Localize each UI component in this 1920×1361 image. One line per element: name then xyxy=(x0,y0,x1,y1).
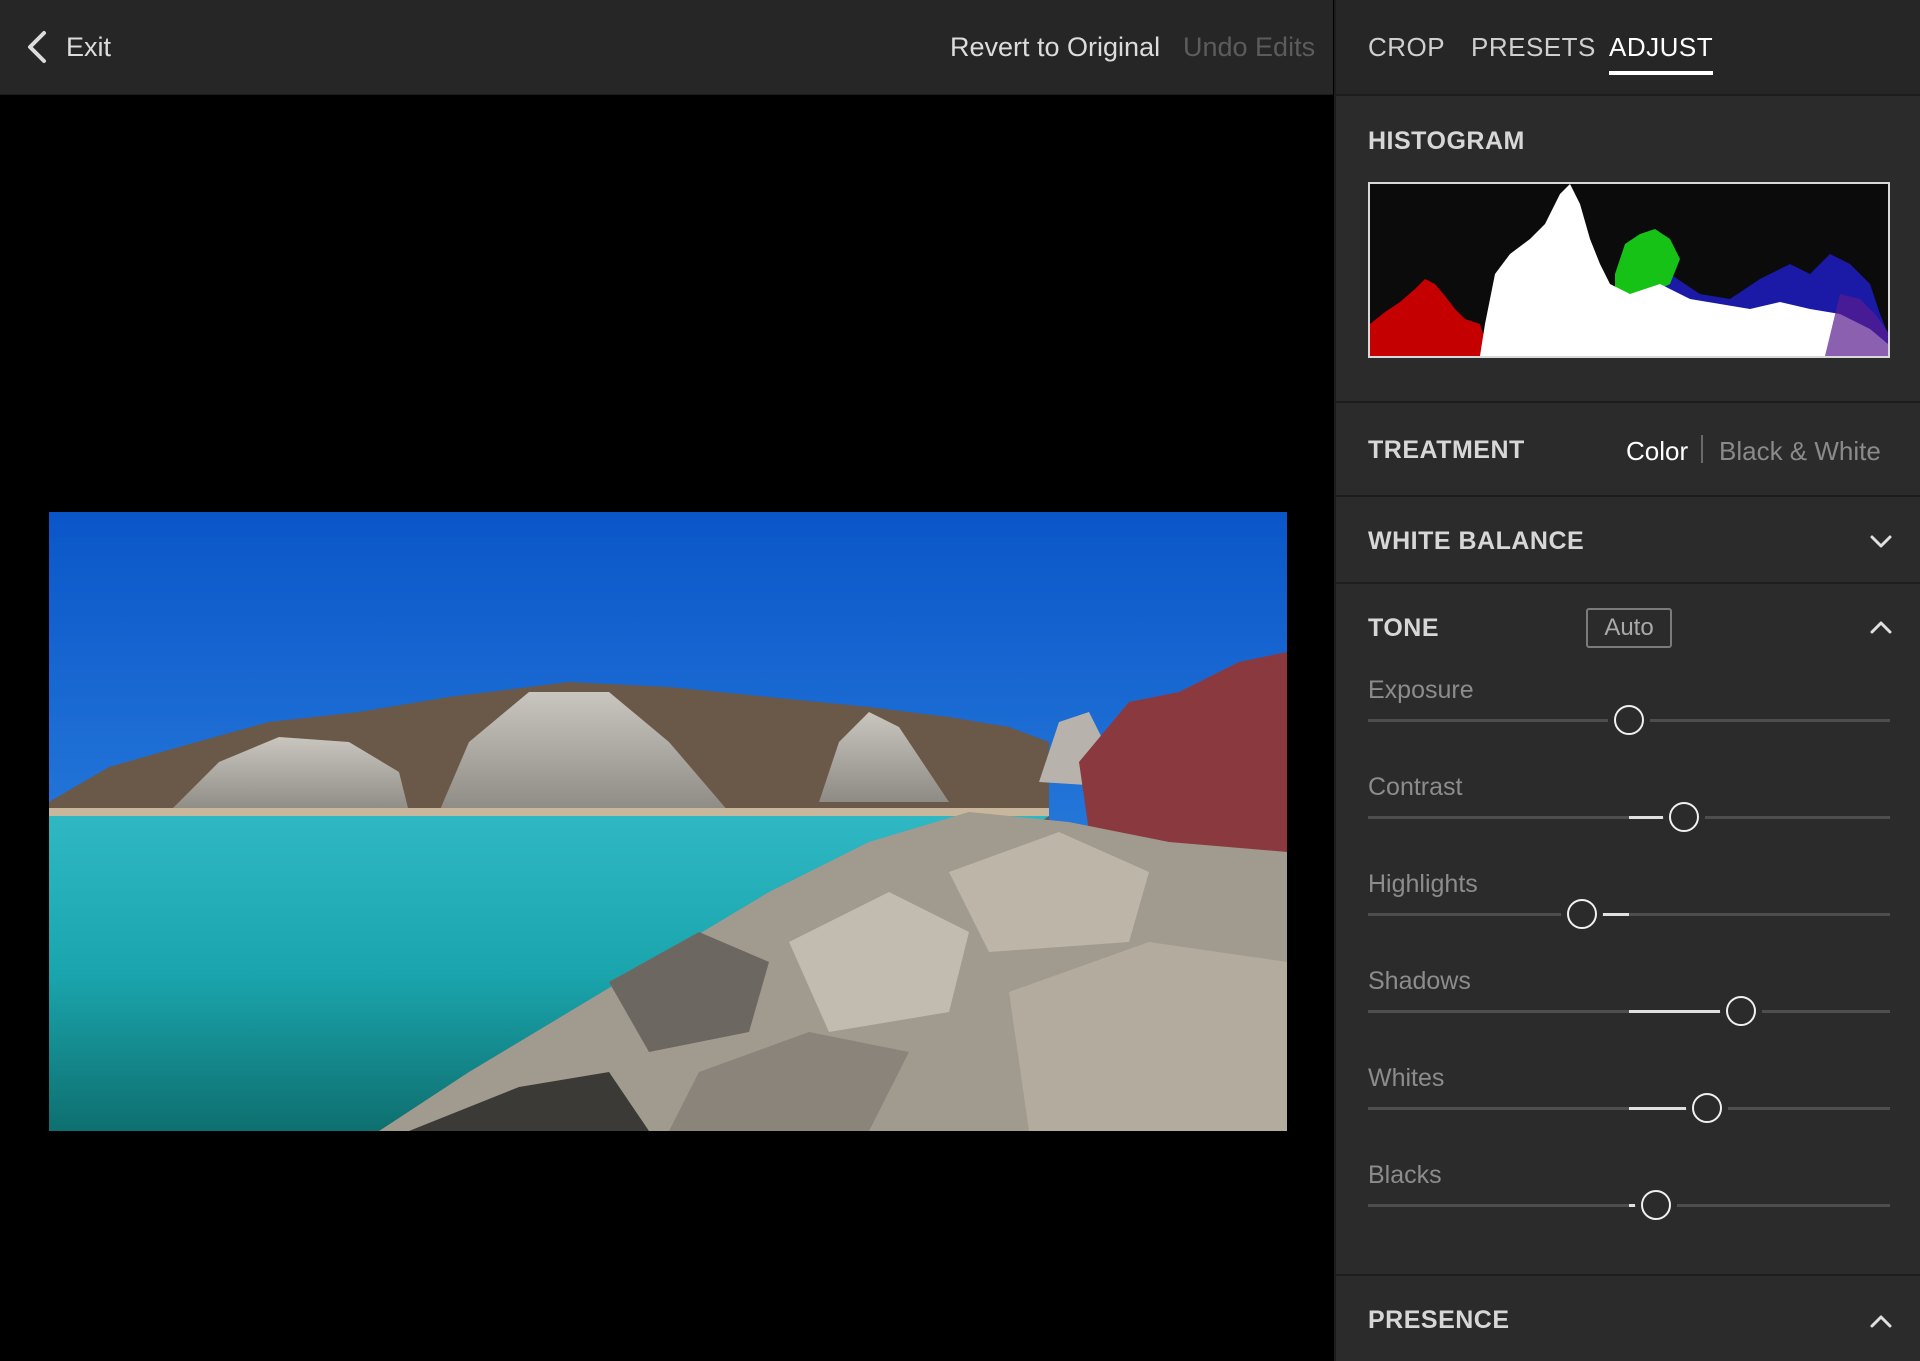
whites-slider: Whites xyxy=(1368,1064,1890,1144)
shadows-fill xyxy=(1629,1010,1742,1013)
whites-knob[interactable] xyxy=(1692,1093,1723,1123)
tab-presets[interactable]: PRESETS xyxy=(1471,32,1596,63)
blacks-label: Blacks xyxy=(1368,1161,1442,1189)
top-toolbar: Exit Revert to Original Undo Edits xyxy=(0,0,1333,95)
contrast-slider: Contrast xyxy=(1368,773,1890,853)
histogram-title: HISTOGRAM xyxy=(1368,127,1525,155)
treatment-section: TREATMENT Color Black & White xyxy=(1336,403,1920,497)
shadows-label: Shadows xyxy=(1368,967,1471,995)
shadows-slider: Shadows xyxy=(1368,967,1890,1047)
contrast-label: Contrast xyxy=(1368,773,1463,801)
blacks-track[interactable] xyxy=(1368,1190,1890,1220)
presence-title: PRESENCE xyxy=(1368,1306,1510,1334)
white-balance-section[interactable]: WHITE BALANCE xyxy=(1336,497,1920,584)
histogram-graph xyxy=(1368,182,1890,358)
presence-section[interactable]: PRESENCE xyxy=(1336,1276,1920,1361)
blacks-slider: Blacks xyxy=(1368,1161,1890,1241)
treatment-title: TREATMENT xyxy=(1368,436,1525,464)
treatment-divider xyxy=(1701,435,1703,463)
chevron-up-icon[interactable] xyxy=(1870,1314,1892,1328)
exposure-knob[interactable] xyxy=(1614,705,1644,735)
treatment-color-option[interactable]: Color xyxy=(1626,436,1688,467)
blacks-knob[interactable] xyxy=(1641,1190,1672,1220)
treatment-bw-option[interactable]: Black & White xyxy=(1719,436,1881,467)
exit-button[interactable]: Exit xyxy=(26,30,111,64)
contrast-track[interactable] xyxy=(1368,802,1890,832)
highlights-slider: Highlights xyxy=(1368,870,1890,950)
photo-canvas xyxy=(0,95,1333,1361)
white-balance-title: WHITE BALANCE xyxy=(1368,527,1585,555)
highlights-knob[interactable] xyxy=(1567,899,1598,929)
exposure-slider: Exposure xyxy=(1368,676,1890,756)
tab-adjust[interactable]: ADJUST xyxy=(1609,32,1714,75)
exposure-track[interactable] xyxy=(1368,705,1890,735)
tone-title: TONE xyxy=(1368,614,1439,642)
exit-label: Exit xyxy=(66,31,112,62)
tone-auto-button[interactable]: Auto xyxy=(1586,608,1672,648)
tone-section: TONE Auto Exposure Contrast Highlights S… xyxy=(1336,584,1920,1276)
histogram-section: HISTOGRAM xyxy=(1336,96,1920,403)
highlights-label: Highlights xyxy=(1368,870,1478,898)
whites-track[interactable] xyxy=(1368,1093,1890,1123)
shadows-track[interactable] xyxy=(1368,996,1890,1026)
revert-to-original-button[interactable]: Revert to Original xyxy=(950,32,1160,63)
whites-label: Whites xyxy=(1368,1064,1445,1092)
edited-photo xyxy=(49,512,1287,1131)
exposure-label: Exposure xyxy=(1368,676,1474,704)
adjust-panel: CROP PRESETS ADJUST HISTOGRAM TREATMENT … xyxy=(1334,0,1920,1361)
contrast-knob[interactable] xyxy=(1668,802,1699,832)
highlights-track[interactable] xyxy=(1368,899,1890,929)
shadows-knob[interactable] xyxy=(1726,996,1757,1026)
panel-tabs: CROP PRESETS ADJUST xyxy=(1336,0,1920,96)
undo-edits-button[interactable]: Undo Edits xyxy=(1183,32,1315,63)
chevron-down-icon[interactable] xyxy=(1870,535,1892,549)
chevron-up-icon[interactable] xyxy=(1870,620,1892,634)
tab-crop[interactable]: CROP xyxy=(1368,32,1445,63)
chevron-left-icon xyxy=(28,31,46,63)
